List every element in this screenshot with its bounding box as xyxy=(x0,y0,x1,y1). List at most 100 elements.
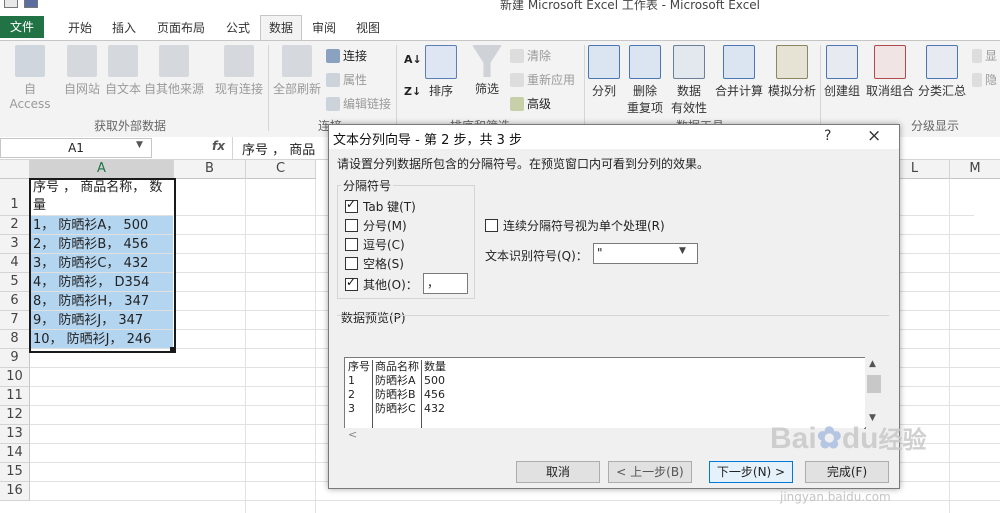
row-header-4[interactable]: 4 xyxy=(0,254,30,273)
row-header-16[interactable]: 16 xyxy=(0,482,30,501)
row-header-6[interactable]: 6 xyxy=(0,292,30,311)
show-detail-button[interactable]: 显 xyxy=(972,47,997,64)
reapply-icon xyxy=(510,73,524,87)
from-text-button[interactable]: 自文本 xyxy=(102,45,144,97)
clear-label: 清除 xyxy=(527,49,552,63)
save-icon[interactable] xyxy=(24,0,38,8)
back-button[interactable]: < 上一步(B) xyxy=(608,461,692,483)
row-header-9[interactable]: 9 xyxy=(0,349,30,368)
text-to-columns-button[interactable]: 分列 xyxy=(586,45,622,99)
row-header-7[interactable]: 7 xyxy=(0,311,30,330)
from-access-button[interactable]: 自 Access xyxy=(2,45,58,111)
chevron-up-icon[interactable]: ▲ xyxy=(869,359,876,369)
advanced-filter-button[interactable]: 高级 xyxy=(510,95,551,112)
column-header-c[interactable]: C xyxy=(246,160,316,179)
cancel-button[interactable]: 取消 xyxy=(516,461,600,483)
preview-scrollbar[interactable]: ▲ ▼ xyxy=(865,357,883,427)
group-label-external: 获取外部数据 xyxy=(93,119,166,133)
tab-home[interactable]: 开始 xyxy=(60,18,100,38)
chevron-down-icon[interactable]: ▼ xyxy=(679,246,686,256)
sort-button[interactable]: 排序 xyxy=(424,45,458,99)
properties-button[interactable]: 属性 xyxy=(326,71,367,88)
what-if-button[interactable]: 模拟分析 xyxy=(766,45,818,99)
from-other-button[interactable]: 自其他来源 xyxy=(142,45,206,97)
hide-detail-button[interactable]: 隐 xyxy=(972,71,997,88)
reapply-button[interactable]: 重新应用 xyxy=(510,71,575,88)
tab-checkbox[interactable]: Tab 键(T) xyxy=(345,197,416,215)
watermark-url: jingyan.baidu.com xyxy=(780,490,891,504)
row-header-2[interactable]: 2 xyxy=(0,216,30,235)
edit-links-button[interactable]: 编辑链接 xyxy=(326,95,391,112)
row-header-8[interactable]: 8 xyxy=(0,330,30,349)
existing-connections-button[interactable]: 现有连接 xyxy=(212,45,266,97)
comma-checkbox[interactable]: 逗号(C) xyxy=(345,236,405,253)
column-header-b[interactable]: B xyxy=(174,160,246,179)
qualifier-label: 文本识别符号(Q)： xyxy=(485,249,588,263)
row-header-11[interactable]: 11 xyxy=(0,387,30,406)
row-header-15[interactable]: 15 xyxy=(0,463,30,482)
tab-insert[interactable]: 插入 xyxy=(104,18,144,38)
ungroup-label: 取消组合 xyxy=(865,84,914,98)
tab-data[interactable]: 数据 xyxy=(260,15,302,41)
subtotal-button[interactable]: 分类汇总 xyxy=(916,45,968,99)
formula-input[interactable]: 序号 ， 商品 xyxy=(242,139,315,158)
space-checkbox[interactable]: 空格(S) xyxy=(345,255,404,272)
data-validation-button[interactable]: 数据 有效性 xyxy=(666,45,712,116)
row-header-13[interactable]: 13 xyxy=(0,425,30,444)
tab-formulas[interactable]: 公式 xyxy=(218,18,258,38)
row-header-14[interactable]: 14 xyxy=(0,444,30,463)
finish-button[interactable]: 完成(F) xyxy=(805,461,889,483)
group-button[interactable]: 创建组 xyxy=(822,45,862,99)
consecutive-checkbox[interactable]: 连续分隔符号视为单个处理(R) xyxy=(485,217,665,234)
connections-label: 连接 xyxy=(343,49,368,63)
clear-button[interactable]: 清除 xyxy=(510,47,551,64)
column-header-a[interactable]: A xyxy=(30,160,174,179)
row-header-5[interactable]: 5 xyxy=(0,273,30,292)
preview-area[interactable]: 序号 商品名称 数量 1 防晒衫A 500 2 防晒衫B 456 3 防晒衫C 432 xyxy=(344,357,866,429)
consolidate-button[interactable]: 合并计算 xyxy=(714,45,764,99)
ungroup-button[interactable]: 取消组合 xyxy=(864,45,916,99)
next-button[interactable]: 下一步(N) > xyxy=(709,461,793,483)
chevron-down-icon[interactable]: ▼ xyxy=(136,140,143,150)
paw-icon: ✿ xyxy=(816,422,842,455)
sort-descending-icon[interactable]: Z↓ xyxy=(404,85,421,98)
other-delimiter-input[interactable]: ， xyxy=(423,273,468,294)
close-icon[interactable]: × xyxy=(867,126,881,146)
undo-icon[interactable] xyxy=(44,0,56,6)
tab-page-layout[interactable]: 页面布局 xyxy=(148,18,214,38)
tab-review[interactable]: 审阅 xyxy=(304,18,344,38)
select-all-corner[interactable] xyxy=(0,160,30,179)
tab-view[interactable]: 视图 xyxy=(348,18,388,38)
row-header-3[interactable]: 3 xyxy=(0,235,30,254)
sort-ascending-icon[interactable]: A↓ xyxy=(404,53,422,66)
chevron-left-icon[interactable]: < xyxy=(348,428,357,441)
watermark-brand-3: 经验 xyxy=(878,427,927,454)
remove-duplicates-label-2: 重复项 xyxy=(626,101,663,115)
text-to-columns-label: 分列 xyxy=(591,84,616,98)
filter-button[interactable]: 筛选 xyxy=(470,45,504,97)
from-web-button[interactable]: 自网站 xyxy=(60,45,104,97)
advanced-filter-label: 高级 xyxy=(527,97,552,111)
checkbox-icon xyxy=(345,219,358,232)
qualifier-value: " xyxy=(597,246,603,260)
connections-button[interactable]: 连接 xyxy=(326,47,367,64)
other-checkbox[interactable]: 其他(O)： xyxy=(345,275,418,293)
checkbox-icon xyxy=(485,219,498,232)
scrollbar-thumb[interactable] xyxy=(867,375,881,393)
row-header-10[interactable]: 10 xyxy=(0,368,30,387)
tab-file[interactable]: 文件 xyxy=(0,16,44,38)
refresh-all-button[interactable]: 全部刷新 xyxy=(270,45,324,97)
help-icon[interactable]: ? xyxy=(824,128,831,144)
properties-label: 属性 xyxy=(343,73,368,87)
name-box[interactable]: A1 xyxy=(0,138,152,158)
row-header-1[interactable]: 1 xyxy=(0,179,30,216)
dialog-title-bar: 文本分列向导 - 第 2 步，共 3 步 ? × xyxy=(329,125,899,149)
fill-handle[interactable] xyxy=(170,347,175,352)
remove-duplicates-button[interactable]: 删除 重复项 xyxy=(624,45,666,116)
row-header-12[interactable]: 12 xyxy=(0,406,30,425)
column-header-m[interactable]: M xyxy=(950,160,1000,179)
other-label: 其他(O)： xyxy=(363,278,418,292)
semicolon-checkbox[interactable]: 分号(M) xyxy=(345,217,407,234)
refresh-icon xyxy=(282,45,312,77)
function-icon[interactable]: fx xyxy=(212,139,225,153)
